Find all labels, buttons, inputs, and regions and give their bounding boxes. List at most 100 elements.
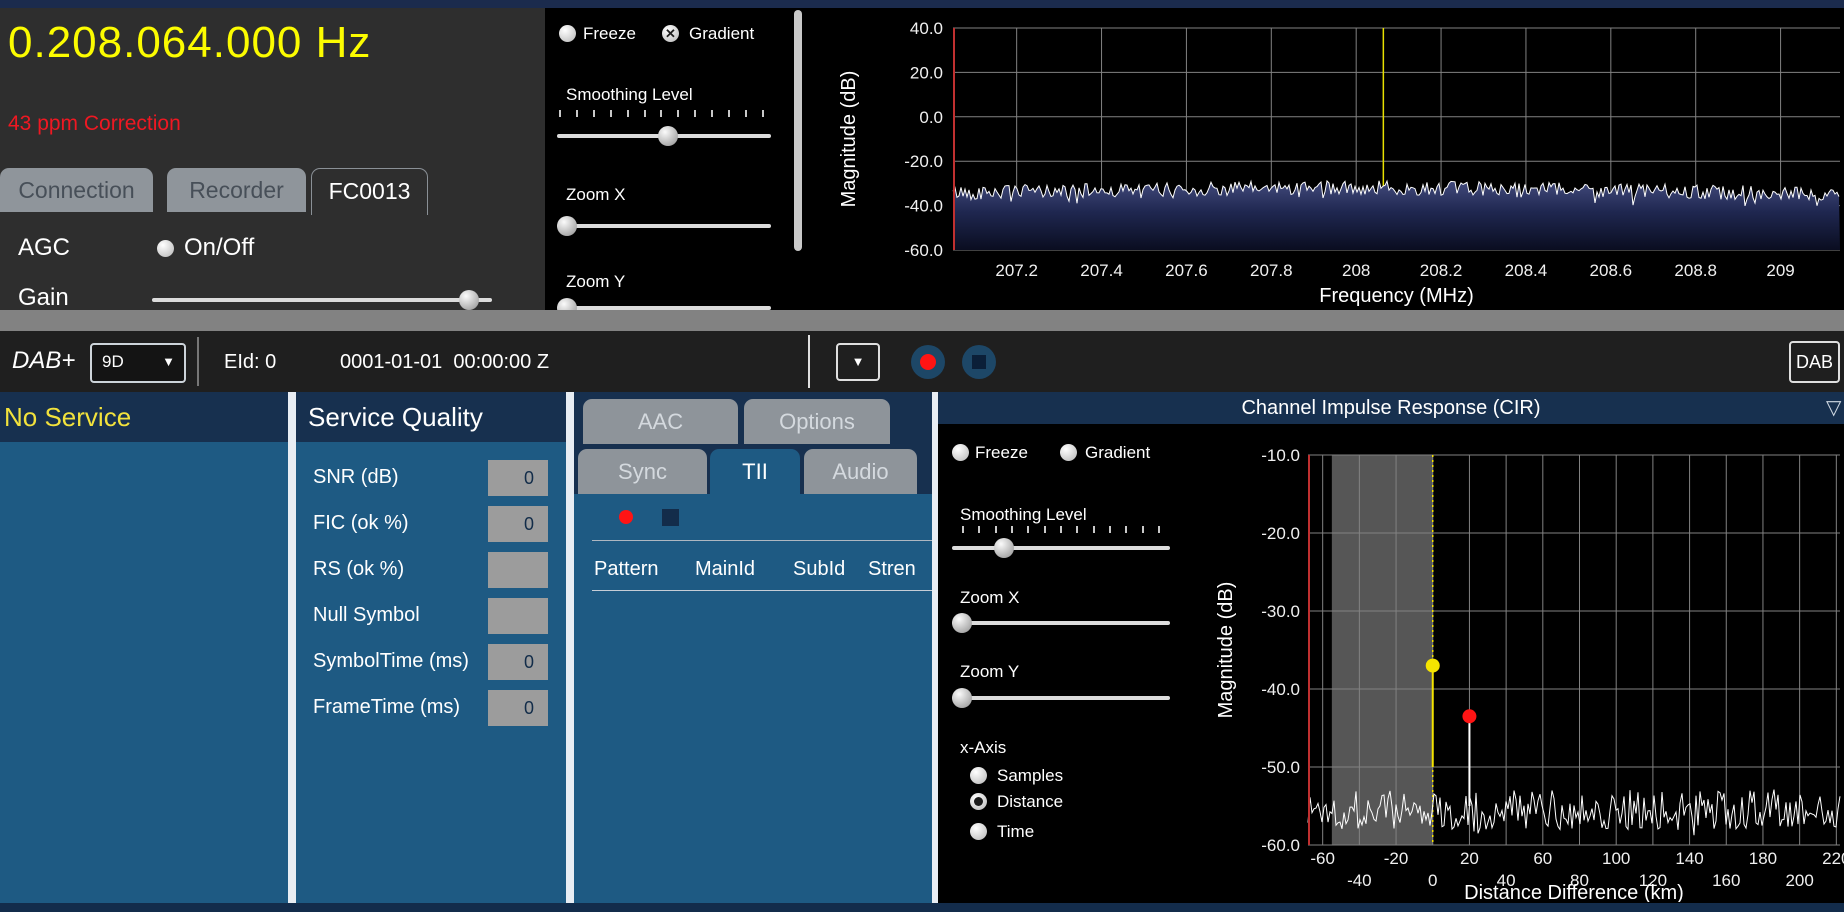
tab-fc0013[interactable]: FC0013 <box>311 168 428 215</box>
spectrum-gradient-checkbox[interactable]: ✕ <box>662 25 679 42</box>
slider-thumb[interactable] <box>994 538 1014 558</box>
svg-text:208: 208 <box>1342 261 1370 280</box>
x-axis-distance-radio[interactable] <box>970 793 987 810</box>
expand-button[interactable]: ▼ <box>836 343 880 381</box>
stop-icon <box>972 355 986 369</box>
panel-divider[interactable] <box>566 392 574 903</box>
svg-text:-40.0: -40.0 <box>904 197 943 216</box>
cir-zoom-x-slider[interactable] <box>952 613 1170 633</box>
cir-zoom-x-label: Zoom X <box>960 588 1020 608</box>
svg-text:-60.0: -60.0 <box>904 241 943 260</box>
svg-text:180: 180 <box>1749 849 1777 868</box>
expander-triangle-icon[interactable]: ▽ <box>1826 395 1841 420</box>
svg-text:220: 220 <box>1822 849 1844 868</box>
x-icon: ✕ <box>662 25 679 42</box>
table-header-underline <box>592 590 932 591</box>
panel-divider[interactable] <box>288 392 296 903</box>
slider-track[interactable] <box>952 546 1170 550</box>
cir-plot[interactable]: -10.0-20.0-30.0-40.0-50.0-60.0-60-40-200… <box>1180 424 1844 902</box>
spectrum-freeze-radio[interactable]: ✕ <box>559 25 576 42</box>
channel-dropdown[interactable]: 9D ▼ <box>90 343 186 383</box>
tab-sync[interactable]: Sync <box>578 449 707 494</box>
tab-recorder[interactable]: Recorder <box>167 168 306 212</box>
cir-freeze-label: Freeze <box>975 443 1028 463</box>
svg-text:100: 100 <box>1602 849 1630 868</box>
spectrum-controls-panel: ✕ Freeze ✕ Gradient Smoothing Level Zoom… <box>545 8 802 310</box>
spectrum-zoom-y-label: Zoom Y <box>566 272 625 292</box>
tab-tii[interactable]: TII <box>710 449 800 495</box>
slider-track[interactable] <box>557 224 771 228</box>
x-axis-time-label: Time <box>997 822 1034 842</box>
eid-label: EId: 0 <box>224 351 276 374</box>
stop-indicator-icon[interactable] <box>662 509 679 526</box>
svg-text:Distance Difference (km): Distance Difference (km) <box>1464 882 1684 902</box>
tab-options[interactable]: Options <box>744 399 890 444</box>
svg-text:-20.0: -20.0 <box>1261 524 1300 543</box>
tab-connection[interactable]: Connection <box>0 168 153 212</box>
svg-text:-20: -20 <box>1384 849 1409 868</box>
record-button[interactable] <box>911 345 945 379</box>
slider-track[interactable] <box>952 696 1170 700</box>
dab-output-button[interactable]: DAB <box>1789 341 1840 383</box>
channel-value: 9D <box>102 352 124 372</box>
tab-tii-label: TII <box>742 459 768 484</box>
tii-col-strength[interactable]: Stren <box>868 558 916 581</box>
mode-label: DAB+ <box>12 347 75 375</box>
x-axis-time-radio[interactable] <box>970 823 987 840</box>
slider-track[interactable] <box>952 621 1170 625</box>
spectrum-smoothing-slider[interactable] <box>557 126 771 146</box>
cir-smoothing-slider[interactable] <box>952 538 1170 558</box>
cir-gradient-checkbox[interactable] <box>1060 444 1077 461</box>
tab-options-label: Options <box>779 409 855 434</box>
tii-col-pattern[interactable]: Pattern <box>594 558 658 581</box>
gain-slider-track[interactable] <box>152 298 492 302</box>
svg-text:209: 209 <box>1766 261 1794 280</box>
sq-row-value: 0 <box>488 506 548 542</box>
svg-text:20: 20 <box>1460 849 1479 868</box>
cir-zoom-y-slider[interactable] <box>952 688 1170 708</box>
service-quality-panel: Service Quality SNR (dB) 0 FIC (ok %) 0 … <box>296 392 566 903</box>
svg-text:208.4: 208.4 <box>1505 261 1548 280</box>
cir-header: Channel Impulse Response (CIR) ▽ <box>938 392 1844 424</box>
gain-slider[interactable] <box>152 290 492 310</box>
svg-text:20.0: 20.0 <box>910 63 943 82</box>
stop-button[interactable] <box>962 345 996 379</box>
slider-thumb[interactable] <box>952 613 972 633</box>
timestamp-label: 0001-01-01 00:00:00 Z <box>340 351 549 374</box>
svg-text:207.4: 207.4 <box>1080 261 1123 280</box>
cir-freeze-radio[interactable] <box>952 444 969 461</box>
agc-radio[interactable] <box>157 240 174 257</box>
tab-aac-label: AAC <box>638 409 683 434</box>
tii-col-mainid[interactable]: MainId <box>695 558 755 581</box>
tab-audio[interactable]: Audio <box>804 449 917 494</box>
svg-text:0.0: 0.0 <box>919 108 943 127</box>
spectrum-plot[interactable]: 40.020.00.0-20.0-40.0-60.0207.2207.4207.… <box>802 8 1844 310</box>
svg-text:140: 140 <box>1675 849 1703 868</box>
svg-text:60: 60 <box>1533 849 1552 868</box>
app-window: 0.208.064.000 Hz 43 ppm Correction Conne… <box>0 0 1844 912</box>
spectrum-zoom-x-slider[interactable] <box>557 216 771 236</box>
slider-thumb[interactable] <box>952 688 972 708</box>
window-top-bar <box>0 0 1844 8</box>
svg-text:0: 0 <box>1428 871 1437 890</box>
chevron-down-icon: ▼ <box>162 354 175 369</box>
sq-row-value <box>488 598 548 634</box>
tab-aac[interactable]: AAC <box>583 399 738 444</box>
slider-thumb[interactable] <box>658 126 678 146</box>
tii-col-subid[interactable]: SubId <box>793 558 845 581</box>
slider-thumb[interactable] <box>557 216 577 236</box>
svg-text:40.0: 40.0 <box>910 19 943 38</box>
sq-row-label: SymbolTime (ms) <box>313 650 469 673</box>
svg-text:160: 160 <box>1712 871 1740 890</box>
sq-row-value: 0 <box>488 644 548 680</box>
x-axis-samples-label: Samples <box>997 766 1063 786</box>
sq-row-label: FIC (ok %) <box>313 512 409 535</box>
record-indicator-icon[interactable] <box>619 510 633 524</box>
window-bottom-bar <box>0 903 1844 912</box>
horizontal-splitter[interactable] <box>0 310 1844 331</box>
gain-slider-thumb[interactable] <box>459 290 479 310</box>
service-status-label: No Service <box>4 392 131 442</box>
controls-scrollbar[interactable] <box>794 10 802 251</box>
tuner-panel: 0.208.064.000 Hz 43 ppm Correction Conne… <box>0 8 545 310</box>
x-axis-samples-radio[interactable] <box>970 767 987 784</box>
